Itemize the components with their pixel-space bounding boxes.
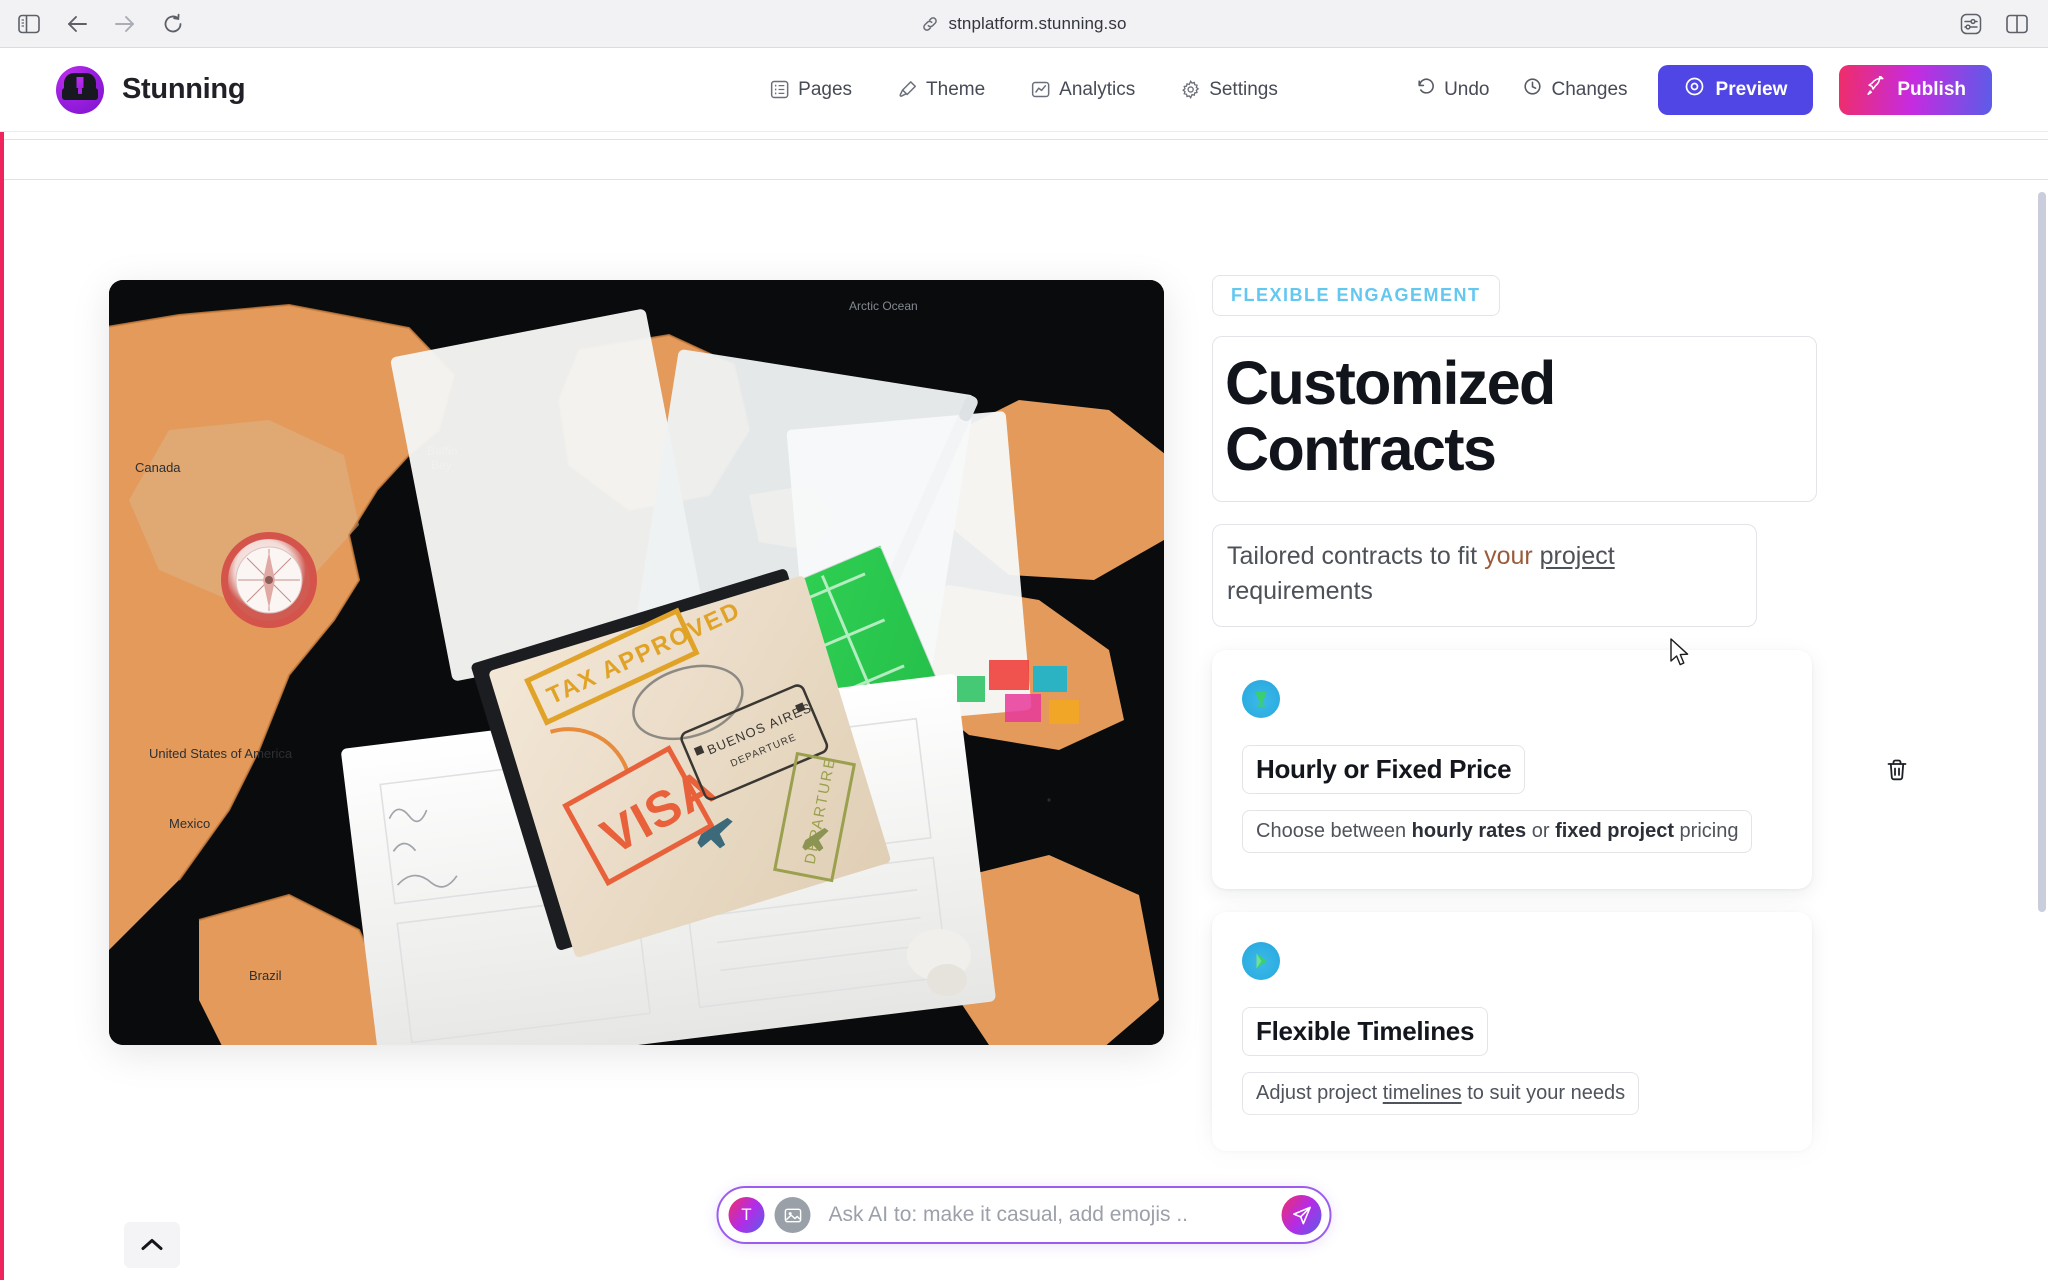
feature-card[interactable]: Hourly or Fixed Price Choose between hou… — [1212, 649, 1907, 889]
publish-label: Publish — [1897, 78, 1966, 100]
canvas-divider-top — [4, 139, 2048, 140]
subtitle-text: Tailored contracts to fit your project r… — [1227, 539, 1742, 610]
chart-icon — [1031, 80, 1050, 99]
feature-title-editable-block[interactable]: Flexible Timelines — [1242, 1006, 1489, 1056]
nav-item-theme[interactable]: Theme — [894, 73, 989, 107]
feature-desc: Adjust project timelines to suit your ne… — [1256, 1082, 1625, 1105]
nav-item-pages[interactable]: Pages — [766, 73, 856, 107]
rocket-icon — [1865, 74, 1886, 103]
desc-part-bold: hourly rates — [1411, 819, 1527, 842]
stunning-logo-icon — [56, 65, 104, 114]
blue-circle-green-glyph-icon — [1242, 941, 1280, 980]
feature-card[interactable]: Flexible Timelines Adjust project timeli… — [1212, 911, 1812, 1151]
blue-circle-green-glyph-icon — [1242, 679, 1280, 718]
hero-section: Arctic Ocean Greenland(Denmark) BaffinBa… — [4, 180, 2048, 1280]
collapse-panel-button[interactable] — [124, 1222, 180, 1268]
gear-icon — [1181, 80, 1200, 99]
address-bar: stnplatform.stunning.so — [0, 0, 2048, 47]
hero-copy-column: FLEXIBLE ENGAGEMENT Customized Contracts… — [1164, 240, 1948, 1280]
title-editable-block[interactable]: Customized Contracts — [1212, 336, 1817, 502]
image-icon[interactable] — [774, 1197, 811, 1233]
back-arrow-icon[interactable] — [64, 11, 90, 37]
pages-icon — [770, 80, 789, 99]
browser-toolbar: stnplatform.stunning.so — [0, 0, 2048, 48]
subtitle-suffix: requirements — [1227, 577, 1373, 606]
desc-part: to suit your needs — [1461, 1081, 1626, 1104]
feature-desc: Choose between hourly rates or fixed pro… — [1256, 820, 1738, 843]
desc-part-underline[interactable]: timelines — [1383, 1082, 1462, 1104]
hero-image[interactable]: Arctic Ocean Greenland(Denmark) BaffinBa… — [109, 280, 1164, 1045]
nav-label-pages: Pages — [798, 78, 853, 100]
url-text: stnplatform.stunning.so — [948, 13, 1127, 33]
reload-icon[interactable] — [160, 11, 186, 37]
subtitle-prefix: Tailored contracts to fit — [1227, 541, 1485, 570]
text-mode-button[interactable]: T — [728, 1197, 765, 1233]
app-header: Stunning Pages Theme Analytics Settings … — [0, 48, 2048, 132]
feature-title-editable-block[interactable]: Hourly or Fixed Price — [1242, 744, 1526, 794]
delete-block-button[interactable] — [1877, 750, 1917, 790]
subtitle-editable-block[interactable]: Tailored contracts to fit your project r… — [1212, 523, 1757, 627]
svg-text:Mexico: Mexico — [169, 816, 210, 831]
subtitle-accent-word: your — [1484, 541, 1533, 570]
send-icon — [1292, 1206, 1311, 1224]
svg-text:United States of America: United States of America — [149, 746, 293, 761]
preview-button[interactable]: Preview — [1657, 64, 1814, 115]
ai-prompt-input[interactable] — [828, 1203, 1282, 1227]
browser-settings-icon[interactable] — [1958, 11, 1984, 37]
desc-part: or — [1526, 819, 1556, 842]
undo-icon — [1416, 77, 1435, 102]
header-actions: Undo Changes Preview Publish — [1412, 64, 1992, 115]
nav-label-settings: Settings — [1209, 78, 1278, 100]
changes-label: Changes — [1551, 78, 1628, 100]
main-nav: Pages Theme Analytics Settings — [766, 73, 1282, 107]
split-view-icon[interactable] — [2004, 11, 2030, 37]
svg-text:Brazil: Brazil — [249, 968, 282, 983]
feature-desc-editable-block[interactable]: Choose between hourly rates or fixed pro… — [1242, 809, 1753, 853]
feature-desc-editable-block[interactable]: Adjust project timelines to suit your ne… — [1242, 1071, 1640, 1115]
desc-part-bold: fixed project — [1555, 819, 1674, 842]
trash-icon — [1887, 759, 1907, 781]
nav-label-analytics: Analytics — [1059, 78, 1136, 100]
brand-logo[interactable]: Stunning — [0, 65, 246, 114]
desc-part: Adjust project — [1256, 1081, 1383, 1104]
feature-title: Flexible Timelines — [1256, 1015, 1475, 1046]
preview-label: Preview — [1715, 78, 1788, 100]
nav-item-analytics[interactable]: Analytics — [1027, 73, 1139, 107]
feature-title: Hourly or Fixed Price — [1256, 753, 1512, 784]
hero-image-block[interactable]: Arctic Ocean Greenland(Denmark) BaffinBa… — [109, 240, 1164, 1280]
ai-prompt-bar[interactable]: T — [716, 1186, 1332, 1244]
sidebar-panel-icon[interactable] — [16, 11, 42, 37]
undo-button[interactable]: Undo — [1412, 71, 1493, 108]
send-button[interactable] — [1281, 1195, 1322, 1235]
editor-canvas: Arctic Ocean Greenland(Denmark) BaffinBa… — [0, 132, 2048, 1280]
paintbrush-icon — [898, 80, 917, 99]
travel-map-photo: Arctic Ocean Greenland(Denmark) BaffinBa… — [109, 280, 1164, 1045]
history-clock-icon — [1523, 77, 1542, 102]
page-title: Customized Contracts — [1225, 349, 1556, 483]
subtitle-space — [1533, 542, 1540, 570]
brand-name: Stunning — [122, 73, 246, 105]
desc-part: pricing — [1673, 819, 1739, 842]
svg-text:Canada: Canada — [135, 460, 181, 475]
nav-label-theme: Theme — [926, 78, 986, 100]
nav-item-settings[interactable]: Settings — [1177, 73, 1282, 107]
eyebrow-text: FLEXIBLE ENGAGEMENT — [1231, 285, 1481, 305]
chevron-up-icon — [141, 1239, 163, 1250]
eye-icon — [1684, 76, 1705, 103]
changes-button[interactable]: Changes — [1519, 71, 1631, 108]
svg-text:Arctic Ocean: Arctic Ocean — [849, 299, 918, 313]
forward-arrow-icon[interactable] — [112, 11, 138, 37]
publish-button[interactable]: Publish — [1839, 64, 1992, 115]
canvas-scrollbar[interactable] — [2038, 192, 2046, 912]
link-icon — [921, 15, 939, 33]
undo-label: Undo — [1444, 78, 1490, 100]
subtitle-link-word[interactable]: project — [1540, 542, 1615, 570]
desc-part: Choose between — [1256, 819, 1412, 842]
selection-edge-marker — [0, 132, 4, 1280]
eyebrow-editable-block[interactable]: FLEXIBLE ENGAGEMENT — [1212, 275, 1500, 316]
